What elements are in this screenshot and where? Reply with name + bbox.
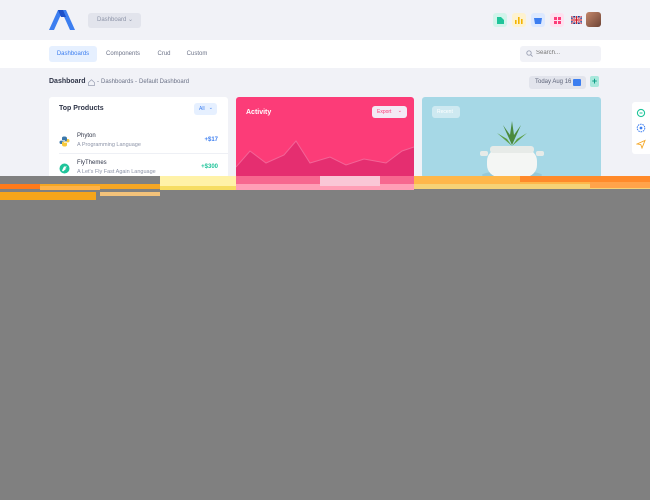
activity-card: Activity Export ⌄ [236, 97, 414, 178]
product-description: A Let's Fly Fast Again Language [77, 169, 156, 175]
search-box [520, 46, 601, 62]
export-label: Export [377, 109, 392, 115]
product-name: FlyThemes [77, 160, 107, 166]
export-button[interactable]: Export ⌄ [372, 106, 407, 118]
logo-icon[interactable] [49, 10, 75, 30]
product-name: Phyton [77, 133, 96, 139]
search-icon [526, 50, 533, 57]
grid-icon[interactable] [493, 13, 507, 27]
list-item[interactable]: Phyton A Programming Language +$17 [49, 132, 228, 158]
plant-image [480, 121, 544, 178]
recent-card: Recent [422, 97, 601, 178]
bell-icon[interactable] [531, 13, 545, 27]
send-icon[interactable] [636, 139, 646, 149]
top-header: Dashboard ⌄ [0, 0, 650, 40]
filter-label: All [199, 106, 205, 112]
add-button[interactable]: + [590, 76, 599, 87]
card-title: Activity [246, 109, 272, 116]
date-label: Today Aug 16 [535, 79, 572, 85]
breadcrumb-default-dashboard[interactable]: Default Dashboard [139, 79, 189, 85]
top-products-card: Top Products All ⌄ Phyton A Programming … [49, 97, 228, 178]
dashboard-select[interactable]: Dashboard ⌄ [88, 13, 141, 28]
chat-icon[interactable] [636, 108, 646, 118]
user-avatar[interactable] [586, 12, 601, 27]
chevron-down-icon: ⌄ [208, 105, 213, 111]
breadcrumb-separator: - [135, 79, 137, 85]
home-icon[interactable] [88, 79, 95, 86]
apps-icon[interactable] [550, 13, 564, 27]
product-value: +$300 [201, 164, 218, 170]
uk-flag-icon[interactable] [569, 13, 583, 27]
date-picker[interactable]: Today Aug 16 [529, 76, 586, 89]
search-input[interactable] [536, 50, 596, 56]
activity-chart [236, 140, 414, 178]
glitch-band [0, 176, 650, 200]
python-icon [59, 136, 70, 147]
flag-icon [573, 79, 581, 86]
divider [59, 153, 228, 154]
nav-bar: Dashboards Components Crud Custom [0, 40, 650, 68]
chevron-down-icon: ⌄ [397, 108, 402, 114]
recent-label[interactable]: Recent [432, 106, 460, 118]
flythemes-icon [59, 163, 70, 174]
dashboard-select-label: Dashboard [97, 17, 127, 23]
filter-dropdown[interactable]: All ⌄ [194, 103, 217, 115]
product-value: +$17 [204, 137, 218, 143]
breadcrumb-dashboards[interactable]: Dashboards [101, 79, 133, 85]
breadcrumb-bar: Dashboard - Dashboards - Default Dashboa… [0, 68, 650, 98]
tab-custom[interactable]: Custom [182, 46, 212, 62]
side-toolbar [632, 102, 650, 154]
page-title: Dashboard [49, 78, 86, 85]
tab-components[interactable]: Components [100, 46, 146, 62]
tab-crud[interactable]: Crud [152, 46, 176, 62]
product-description: A Programming Language [77, 142, 141, 148]
app: Dashboard ⌄ Dashboards Components Crud C… [0, 0, 650, 500]
tab-dashboards[interactable]: Dashboards [49, 46, 97, 62]
chevron-down-icon: ⌄ [127, 17, 133, 23]
gear-icon[interactable] [636, 123, 646, 133]
bar-chart-icon[interactable] [512, 13, 526, 27]
breadcrumb-separator: - [97, 79, 99, 85]
card-title: Top Products [59, 105, 104, 112]
